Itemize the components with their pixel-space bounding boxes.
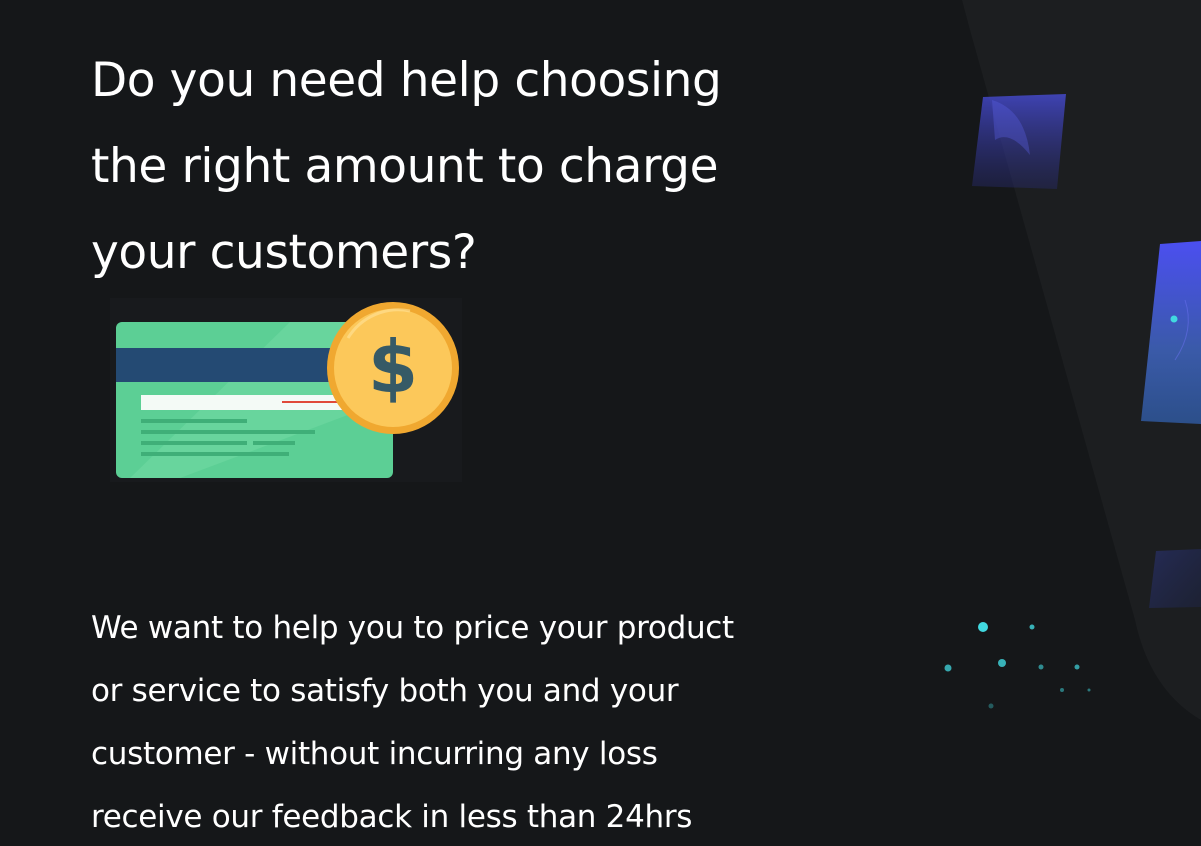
body-line-2: or service to satisfy both you and your (91, 673, 679, 709)
blue-tile-top-shape (972, 94, 1066, 189)
headline-line-1: Do you need help choosing (91, 53, 722, 108)
page-title: Do you need help choosing the right amou… (91, 38, 791, 296)
particle-dots (944, 622, 1091, 709)
body-line-1: We want to help you to price your produc… (91, 610, 734, 646)
coin-symbol: $ (368, 325, 418, 409)
headline-line-2: the right amount to charge (91, 139, 719, 194)
body-line-3: customer - without incurring any loss (91, 736, 658, 772)
pricing-help-section: Do you need help choosing the right amou… (0, 0, 1201, 846)
body-line-4: receive our feedback in less than 24hrs (91, 799, 693, 835)
credit-card-with-dollar-coin-icon: $ (110, 298, 462, 482)
headline-line-3: your customers? (91, 225, 477, 280)
dollar-coin-icon: $ (327, 302, 459, 434)
description-text: We want to help you to price your produc… (91, 597, 811, 846)
blue-tile-lower-shape (1149, 549, 1201, 608)
